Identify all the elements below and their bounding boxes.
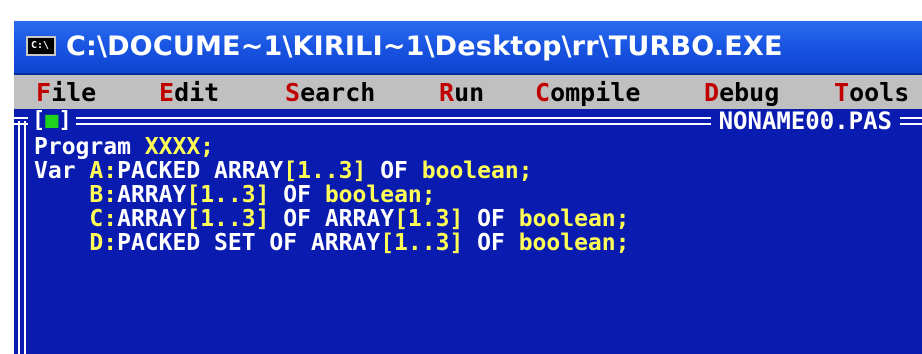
menu-edit[interactable]: Edit <box>159 75 219 109</box>
code-token: boolean; <box>421 158 533 184</box>
console-icon[interactable]: C:\ <box>26 36 56 56</box>
code-token: boolean; <box>518 206 630 232</box>
code-token: A: <box>89 158 118 184</box>
menu-bar: File Edit Search Run Compile Debug Tools <box>14 75 922 109</box>
code-token: [1..3] <box>283 158 367 184</box>
menu-compile[interactable]: Compile <box>535 75 640 109</box>
code-line: B:ARRAY[1..3] OF boolean; <box>34 183 630 207</box>
menu-search-hotkey: S <box>285 78 301 107</box>
code-token: PACKED ARRAY <box>117 158 284 184</box>
code-token: OF <box>463 230 519 256</box>
code-token: OF <box>463 206 519 232</box>
code-line: C:ARRAY[1..3] OF ARRAY[1.3] OF boolean; <box>34 206 630 232</box>
code-token: OF <box>366 158 422 184</box>
code-token: Program <box>34 134 145 160</box>
code-token: D: <box>34 230 118 256</box>
code-token: B: <box>34 182 118 208</box>
close-icon[interactable]: ■ <box>45 108 58 133</box>
code-token: ARRAY <box>117 206 187 232</box>
code-line: Var A:PACKED ARRAY[1..3] OF boolean; <box>34 159 630 183</box>
code-token: OF <box>269 206 325 232</box>
code-token: [1..3] <box>186 182 270 208</box>
menu-run[interactable]: Run <box>439 75 484 109</box>
menu-tools-hotkey: T <box>834 78 850 107</box>
menu-search-label: earch <box>300 78 376 107</box>
code-line: Program XXXX; <box>34 135 630 159</box>
screenshot-frame: C:\ C:\DOCUME~1\KIRILI~1\Desktop\rr\TURB… <box>0 0 922 354</box>
editor-left-border <box>18 121 26 354</box>
menu-tools[interactable]: Tools <box>834 75 909 109</box>
close-box-open: [ <box>32 108 46 133</box>
editor-window[interactable]: [■] NONAME00.PAS Program XXXX; Var A:PACK… <box>14 109 922 354</box>
editor-filename: NONAME00.PAS <box>710 109 900 133</box>
code-token: boolean; <box>518 230 630 256</box>
window-title: C:\DOCUME~1\KIRILI~1\Desktop\rr\TURBO.EX… <box>66 31 783 62</box>
menu-compile-label: ompile <box>550 78 641 107</box>
code-line: D:PACKED SET OF ARRAY[1..3] OF boolean; <box>34 231 630 255</box>
menu-debug[interactable]: Debug <box>704 75 779 109</box>
close-box-close: ] <box>58 108 72 133</box>
code-token: ARRAY <box>324 206 395 232</box>
menu-compile-hotkey: C <box>535 78 551 107</box>
code-token: ARRAY <box>117 182 187 208</box>
menu-edit-label: dit <box>174 78 220 107</box>
menu-file[interactable]: File <box>36 75 96 109</box>
menu-file-hotkey: F <box>36 78 52 107</box>
console-window: C:\ C:\DOCUME~1\KIRILI~1\Desktop\rr\TURB… <box>14 21 922 354</box>
code-token: [1..3] <box>186 206 270 232</box>
close-box[interactable]: [■] <box>28 109 76 133</box>
menu-tools-label: ools <box>849 78 910 107</box>
code-token: PACKED SET OF ARRAY <box>117 230 381 256</box>
code-token: XXXX; <box>144 134 215 160</box>
title-bar[interactable]: C:\ C:\DOCUME~1\KIRILI~1\Desktop\rr\TURB… <box>14 21 922 75</box>
menu-run-label: un <box>454 78 485 107</box>
menu-edit-hotkey: E <box>159 78 175 107</box>
code-token: OF <box>269 182 325 208</box>
menu-file-label: ile <box>51 78 97 107</box>
menu-run-hotkey: R <box>439 78 455 107</box>
menu-search[interactable]: Search <box>285 75 375 109</box>
code-token: C: <box>34 206 118 232</box>
code-token: Var <box>34 158 90 184</box>
code-token: [1.3] <box>394 206 464 232</box>
menu-debug-label: ebug <box>719 78 780 107</box>
code-token: [1..3] <box>380 230 464 256</box>
code-area[interactable]: Program XXXX; Var A:PACKED ARRAY[1..3] OF… <box>34 135 630 255</box>
code-token: boolean; <box>324 182 436 208</box>
menu-debug-hotkey: D <box>704 78 720 107</box>
